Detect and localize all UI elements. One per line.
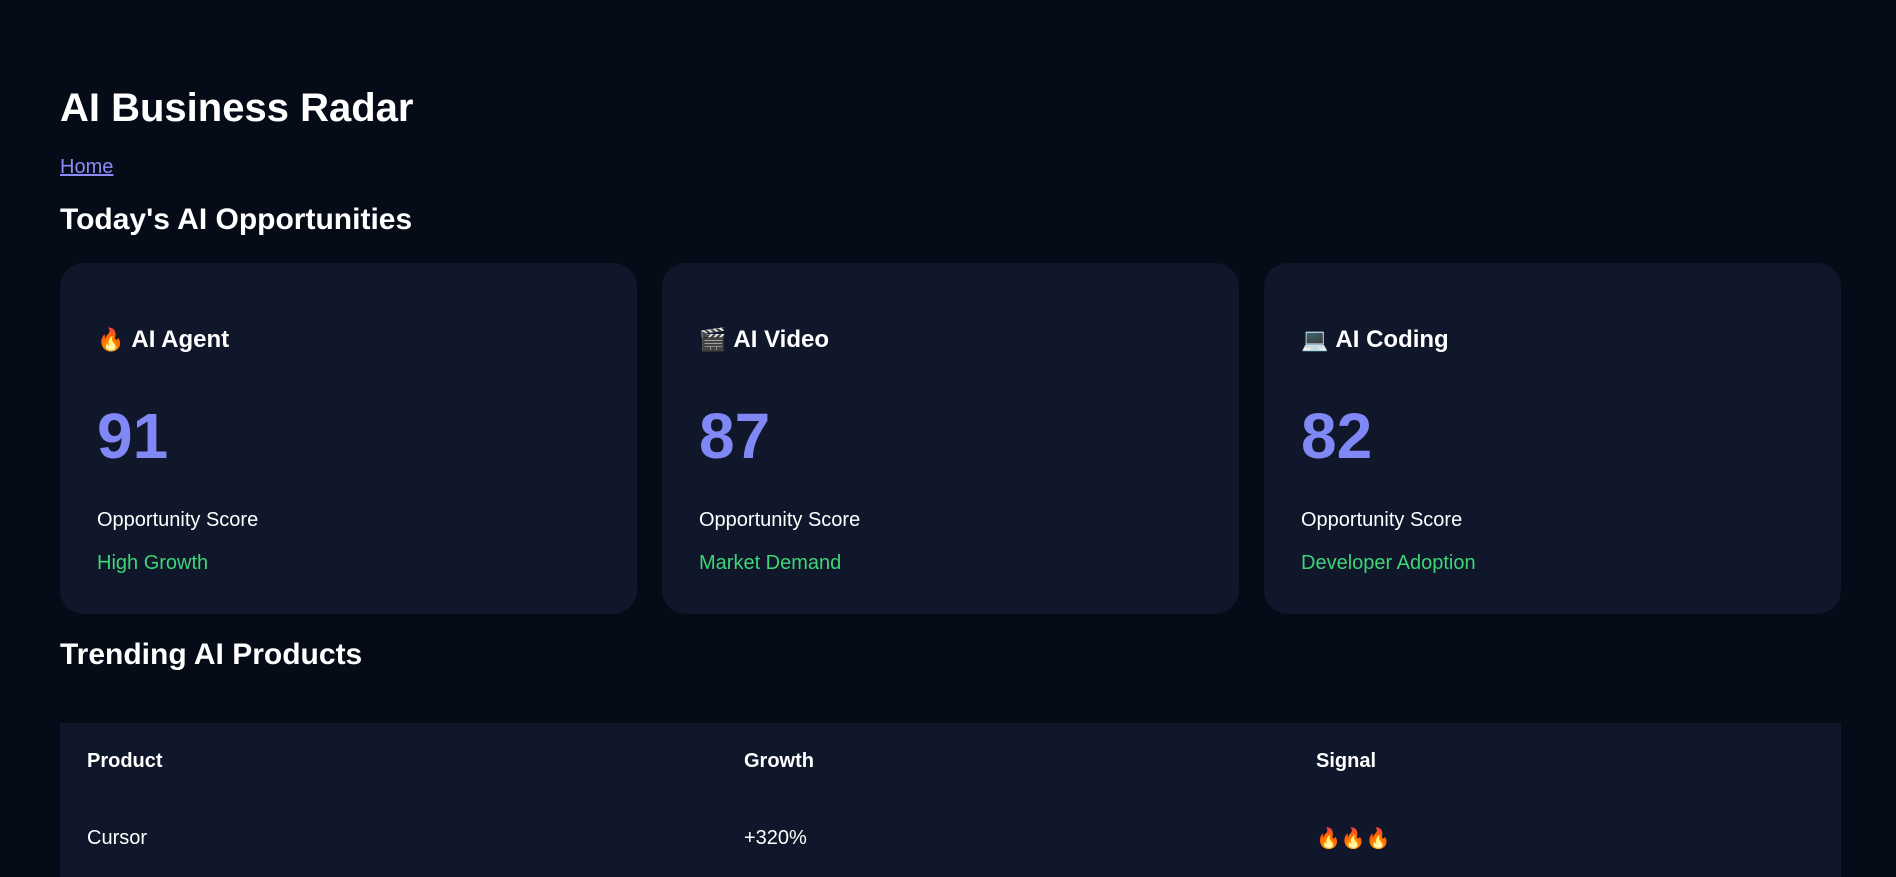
card-score: 91 (97, 400, 169, 472)
card-title: AI Agent (131, 326, 230, 353)
opportunity-card-ai-coding: 💻 AI Coding 82 Opportunity Score Develop… (1264, 263, 1841, 614)
card-title: AI Video (733, 326, 829, 353)
card-header: 🎬 AI Video (699, 325, 829, 355)
opportunity-cards: 🔥 AI Agent 91 Opportunity Score High Gro… (60, 263, 1841, 614)
card-tag: High Growth (97, 552, 209, 574)
table-header-row: Product Growth Signal (60, 723, 1841, 799)
opportunity-card-ai-agent: 🔥 AI Agent 91 Opportunity Score High Gro… (60, 263, 637, 614)
card-tag: Market Demand (699, 552, 842, 574)
site-title: AI Business Radar (60, 86, 414, 130)
trending-table: Product Growth Signal Cursor +320% 🔥🔥🔥 (60, 723, 1841, 877)
card-tag: Developer Adoption (1301, 552, 1476, 574)
card-header: 🔥 AI Agent (97, 325, 229, 355)
clapperboard-icon: 🎬 (699, 327, 727, 352)
fire-icon: 🔥 (97, 327, 125, 352)
card-header: 💻 AI Coding (1301, 325, 1449, 355)
column-header-product: Product (87, 749, 163, 772)
card-score-label: Opportunity Score (97, 509, 259, 531)
signal-cell: 🔥🔥🔥 (1316, 827, 1391, 850)
page: AI Business Radar Home Today's AI Opport… (0, 0, 1896, 877)
table-row: Cursor +320% 🔥🔥🔥 (60, 799, 1841, 877)
card-score: 82 (1301, 400, 1373, 472)
card-score-label: Opportunity Score (699, 509, 861, 531)
laptop-icon: 💻 (1301, 327, 1329, 352)
column-header-signal: Signal (1316, 749, 1377, 772)
growth-cell: +320% (744, 826, 807, 849)
opportunity-card-ai-video: 🎬 AI Video 87 Opportunity Score Market D… (662, 263, 1239, 614)
column-header-growth: Growth (744, 749, 814, 772)
opportunities-heading: Today's AI Opportunities (60, 203, 413, 236)
products-table: Product Growth Signal Cursor +320% 🔥🔥🔥 (60, 723, 1841, 877)
card-score-label: Opportunity Score (1301, 509, 1463, 531)
home-link[interactable]: Home (60, 155, 113, 179)
trending-heading: Trending AI Products (60, 638, 363, 671)
card-score: 87 (699, 400, 771, 472)
product-cell: Cursor (87, 826, 148, 849)
card-title: AI Coding (1335, 326, 1449, 353)
